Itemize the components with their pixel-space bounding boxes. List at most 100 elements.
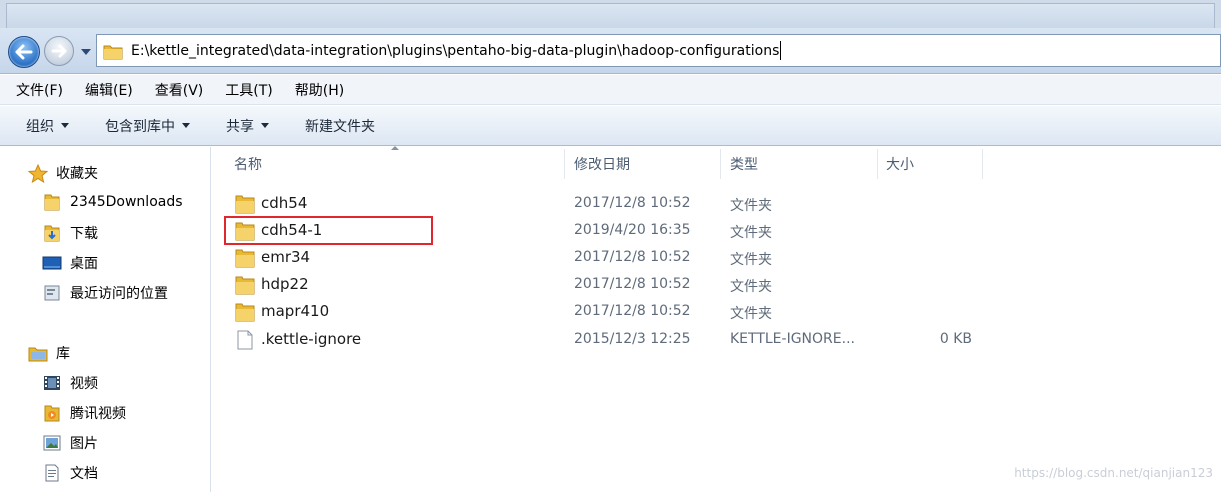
back-arrow-icon [15,44,33,60]
documents-icon [42,464,62,482]
file-modified-date: 2017/12/8 10:52 [574,303,691,319]
sidebar-item-pictures[interactable]: 图片 [42,433,98,453]
share-label: 共享 [226,118,254,135]
sidebar-item-videos[interactable]: 视频 [42,373,98,393]
folder-icon [103,45,123,59]
file-modified-date: 2019/4/20 16:35 [574,222,691,238]
menu-edit[interactable]: 编辑(E) [85,80,133,100]
sidebar-item-documents[interactable]: 文档 [42,463,98,483]
file-row[interactable]: cdh54 2017/12/8 10:52 文件夹 [212,190,1221,217]
sidebar-item-label: 最近访问的位置 [70,286,168,302]
column-header-type[interactable]: 类型 [730,147,758,181]
folder-icon [235,303,255,322]
column-header-modified[interactable]: 修改日期 [574,147,630,181]
column-header-size[interactable]: 大小 [886,147,914,181]
file-row[interactable]: emr34 2017/12/8 10:52 文件夹 [212,244,1221,271]
file-name[interactable]: mapr410 [261,302,329,320]
file-name[interactable]: cdh54 [261,194,307,212]
sidebar-item-label: 图片 [70,436,98,452]
folder-icon [235,222,255,241]
sidebar-item-label: 文档 [70,466,98,482]
file-modified-date: 2017/12/8 10:52 [574,249,691,265]
column-divider[interactable] [982,149,983,179]
column-divider[interactable] [720,149,721,179]
sidebar-item-label: 腾讯视频 [70,406,126,422]
share-button[interactable]: 共享 [226,116,269,136]
new-folder-button[interactable]: 新建文件夹 [305,116,375,136]
menu-file[interactable]: 文件(F) [16,80,63,100]
forward-button[interactable] [44,36,74,66]
library-icon [28,344,48,362]
file-name[interactable]: hdp22 [261,275,309,293]
file-name[interactable]: .kettle-ignore [261,330,361,348]
sidebar-item-desktop[interactable]: 桌面 [42,253,98,273]
history-dropdown-button[interactable] [78,44,94,60]
sidebar-item-recent-places[interactable]: 最近访问的位置 [42,283,168,303]
command-bar: 组织 包含到库中 共享 新建文件夹 [0,106,1221,146]
back-button[interactable] [8,36,40,68]
sidebar-item-label: 2345Downloads [70,194,183,210]
file-list-pane: 名称 修改日期 类型 大小 cdh54 2017/12/8 10:52 文件夹 … [212,146,1221,492]
sort-ascending-icon [391,146,399,150]
sidebar-item-label: 收藏夹 [56,166,98,182]
column-divider[interactable] [564,149,565,179]
file-type: 文件夹 [730,252,772,268]
include-in-library-button[interactable]: 包含到库中 [105,116,190,136]
file-type: KETTLE-IGNORE... [730,331,855,347]
column-divider[interactable] [877,149,878,179]
chevron-down-icon [182,123,190,128]
new-folder-label: 新建文件夹 [305,118,375,135]
file-modified-date: 2017/12/8 10:52 [574,195,691,211]
tencent-video-icon [42,404,62,422]
file-modified-date: 2015/12/3 12:25 [574,331,691,347]
file-type: 文件夹 [730,306,772,322]
star-icon [28,163,48,183]
sidebar-item-label: 库 [56,346,70,362]
file-type: 文件夹 [730,198,772,214]
navigation-pane: 收藏夹 2345Downloads 下载 桌面 最近访问的位置 库 视频 腾讯视… [0,147,211,492]
sidebar-item-downloads[interactable]: 下载 [42,223,98,243]
folder-icon [42,193,62,211]
file-name[interactable]: cdh54-1 [261,221,322,239]
video-icon [42,374,62,392]
file-row[interactable]: .kettle-ignore 2015/12/3 12:25 KETTLE-IG… [212,326,1221,353]
chevron-down-icon [261,123,269,128]
menu-bar: 文件(F) 编辑(E) 查看(V) 工具(T) 帮助(H) [0,75,1221,105]
file-row[interactable]: mapr410 2017/12/8 10:52 文件夹 [212,298,1221,325]
downloads-folder-icon [42,224,62,242]
window-top-strip [0,0,1221,28]
text-cursor [780,41,782,60]
sidebar-item-favorites[interactable]: 收藏夹 [28,163,98,183]
file-icon [237,330,253,350]
forward-arrow-icon [51,44,67,58]
menu-view[interactable]: 查看(V) [155,80,204,100]
sidebar-item-libraries[interactable]: 库 [28,343,70,363]
sidebar-item-tencent-video[interactable]: 腾讯视频 [42,403,126,423]
include-in-library-label: 包含到库中 [105,118,175,135]
file-row[interactable]: hdp22 2017/12/8 10:52 文件夹 [212,271,1221,298]
menu-help[interactable]: 帮助(H) [295,80,344,100]
watermark: https://blog.csdn.net/qianjian123 [1014,466,1213,480]
address-path[interactable]: E:\kettle_integrated\data-integration\pl… [131,43,779,59]
sidebar-item-label: 桌面 [70,256,98,272]
organize-button[interactable]: 组织 [26,116,69,136]
file-modified-date: 2017/12/8 10:52 [574,276,691,292]
file-type: 文件夹 [730,225,772,241]
folder-icon [235,276,255,295]
file-size: 0 KB [939,331,972,347]
column-header-name[interactable]: 名称 [234,147,262,181]
recent-places-icon [42,284,62,302]
chevron-down-icon [81,49,91,55]
chevron-down-icon [61,123,69,128]
desktop-icon [42,254,62,272]
file-type: 文件夹 [730,279,772,295]
folder-icon [235,249,255,268]
sidebar-item-label: 视频 [70,376,98,392]
menu-tools[interactable]: 工具(T) [225,80,272,100]
organize-label: 组织 [26,118,54,135]
sidebar-item-2345downloads[interactable]: 2345Downloads [42,193,183,211]
folder-icon [235,195,255,214]
file-row[interactable]: cdh54-1 2019/4/20 16:35 文件夹 [212,217,1221,244]
address-bar[interactable]: E:\kettle_integrated\data-integration\pl… [96,34,1221,67]
file-name[interactable]: emr34 [261,248,310,266]
